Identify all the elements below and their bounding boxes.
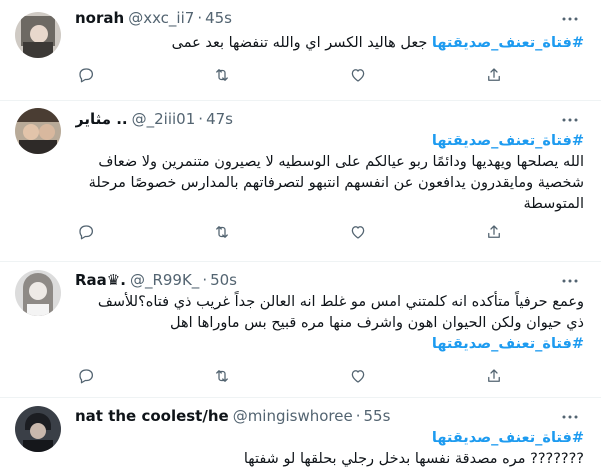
share-button[interactable] bbox=[483, 64, 505, 86]
avatar[interactable] bbox=[15, 108, 61, 154]
more-icon[interactable] bbox=[561, 111, 579, 129]
tweet-line: #فتاة_تعنف_صديقتها جعل هاليد الكسر اي وا… bbox=[171, 35, 584, 51]
tweet-text: #فتاة_تعنف_صديقتها ??????? مره مصدقة نفس… bbox=[75, 428, 584, 470]
user-handle[interactable]: @mingiswhoree bbox=[233, 407, 353, 425]
reply-button[interactable] bbox=[75, 365, 97, 387]
more-icon[interactable] bbox=[561, 272, 579, 290]
separator-dot: · bbox=[197, 9, 203, 27]
tweet[interactable]: norah @xxc_ii7 · 45s #فتاة_تعنف_صديقتها … bbox=[0, 0, 601, 101]
user-handle[interactable]: @xxc_ii7 bbox=[128, 9, 194, 27]
separator-dot: · bbox=[198, 110, 204, 128]
avatar[interactable] bbox=[15, 270, 61, 316]
tweet[interactable]: Raa♛. @_R99K_ · 50s وعمع حرفياً متأكده ا… bbox=[0, 262, 601, 398]
reply-icon bbox=[79, 369, 94, 384]
hashtag-link[interactable]: #فتاة_تعنف_صديقتها bbox=[432, 35, 584, 51]
tweet-line: ??????? مره مصدقة نفسها بدخل رجلي بحلقها… bbox=[243, 451, 584, 467]
tweet-line: الله يصلحها ويهديها ودائمًا ربو عيالكم ع… bbox=[98, 154, 584, 170]
display-name[interactable]: Raa♛. bbox=[75, 271, 126, 289]
timestamp[interactable]: 47s bbox=[206, 110, 233, 128]
tweet-text: وعمع حرفياً متأكده انه كلمتني امس مو غلط… bbox=[75, 292, 584, 355]
user-handle[interactable]: @_2iii01 bbox=[132, 110, 196, 128]
like-button[interactable] bbox=[347, 365, 369, 387]
like-button[interactable] bbox=[347, 221, 369, 243]
retweet-button[interactable] bbox=[211, 64, 233, 86]
retweet-icon bbox=[216, 69, 228, 81]
tweet-line: شخصية ومايقدرون يدافعون عن انفسهم انتبهو… bbox=[88, 175, 584, 191]
user-handle[interactable]: @_R99K_ bbox=[130, 271, 199, 289]
reply-icon bbox=[79, 225, 94, 240]
hashtag-link[interactable]: #فتاة_تعنف_صديقتها bbox=[75, 334, 584, 355]
like-button[interactable] bbox=[347, 64, 369, 86]
retweet-icon bbox=[216, 226, 228, 238]
hashtag-link[interactable]: #فتاة_تعنف_صديقتها bbox=[75, 131, 584, 152]
share-button[interactable] bbox=[483, 365, 505, 387]
retweet-button[interactable] bbox=[211, 365, 233, 387]
timestamp[interactable]: 55s bbox=[364, 407, 391, 425]
reply-button[interactable] bbox=[75, 64, 97, 86]
more-icon[interactable] bbox=[561, 408, 579, 426]
like-icon bbox=[351, 370, 365, 383]
timestamp[interactable]: 50s bbox=[210, 271, 237, 289]
tweet-line: المتوسطة bbox=[523, 196, 584, 212]
tweet-text: #فتاة_تعنف_صديقتها جعل هاليد الكسر اي وا… bbox=[75, 33, 584, 54]
separator-dot: · bbox=[202, 271, 208, 289]
tweet[interactable]: مثاير .. @_2iii01 · 47s #فتاة_تعنف_صديقت… bbox=[0, 101, 601, 262]
display-name[interactable]: norah bbox=[75, 9, 124, 27]
retweet-icon bbox=[216, 370, 228, 382]
more-icon[interactable] bbox=[561, 10, 579, 28]
share-icon bbox=[488, 225, 500, 238]
timestamp[interactable]: 45s bbox=[205, 9, 232, 27]
hashtag-link[interactable]: #فتاة_تعنف_صديقتها bbox=[75, 428, 584, 449]
tweet-text: #فتاة_تعنف_صديقتها الله يصلحها ويهديها و… bbox=[75, 131, 584, 215]
like-icon bbox=[351, 226, 365, 239]
display-name[interactable]: مثاير .. bbox=[75, 110, 128, 128]
share-icon bbox=[488, 369, 500, 382]
reply-button[interactable] bbox=[75, 221, 97, 243]
separator-dot: · bbox=[355, 407, 361, 425]
share-icon bbox=[488, 68, 500, 81]
tweet-line: ذي حيوان ولكن الحيوان اهون واشرف منها مر… bbox=[170, 315, 584, 331]
retweet-button[interactable] bbox=[211, 221, 233, 243]
reply-icon bbox=[79, 68, 94, 83]
like-icon bbox=[351, 69, 365, 82]
tweet-line: وعمع حرفياً متأكده انه كلمتني امس مو غلط… bbox=[97, 294, 584, 310]
display-name[interactable]: nat the coolest/he bbox=[75, 407, 229, 425]
avatar[interactable] bbox=[15, 406, 61, 452]
avatar[interactable] bbox=[15, 12, 61, 58]
share-button[interactable] bbox=[483, 221, 505, 243]
tweet[interactable]: nat the coolest/he @mingiswhoree · 55s #… bbox=[0, 398, 601, 473]
